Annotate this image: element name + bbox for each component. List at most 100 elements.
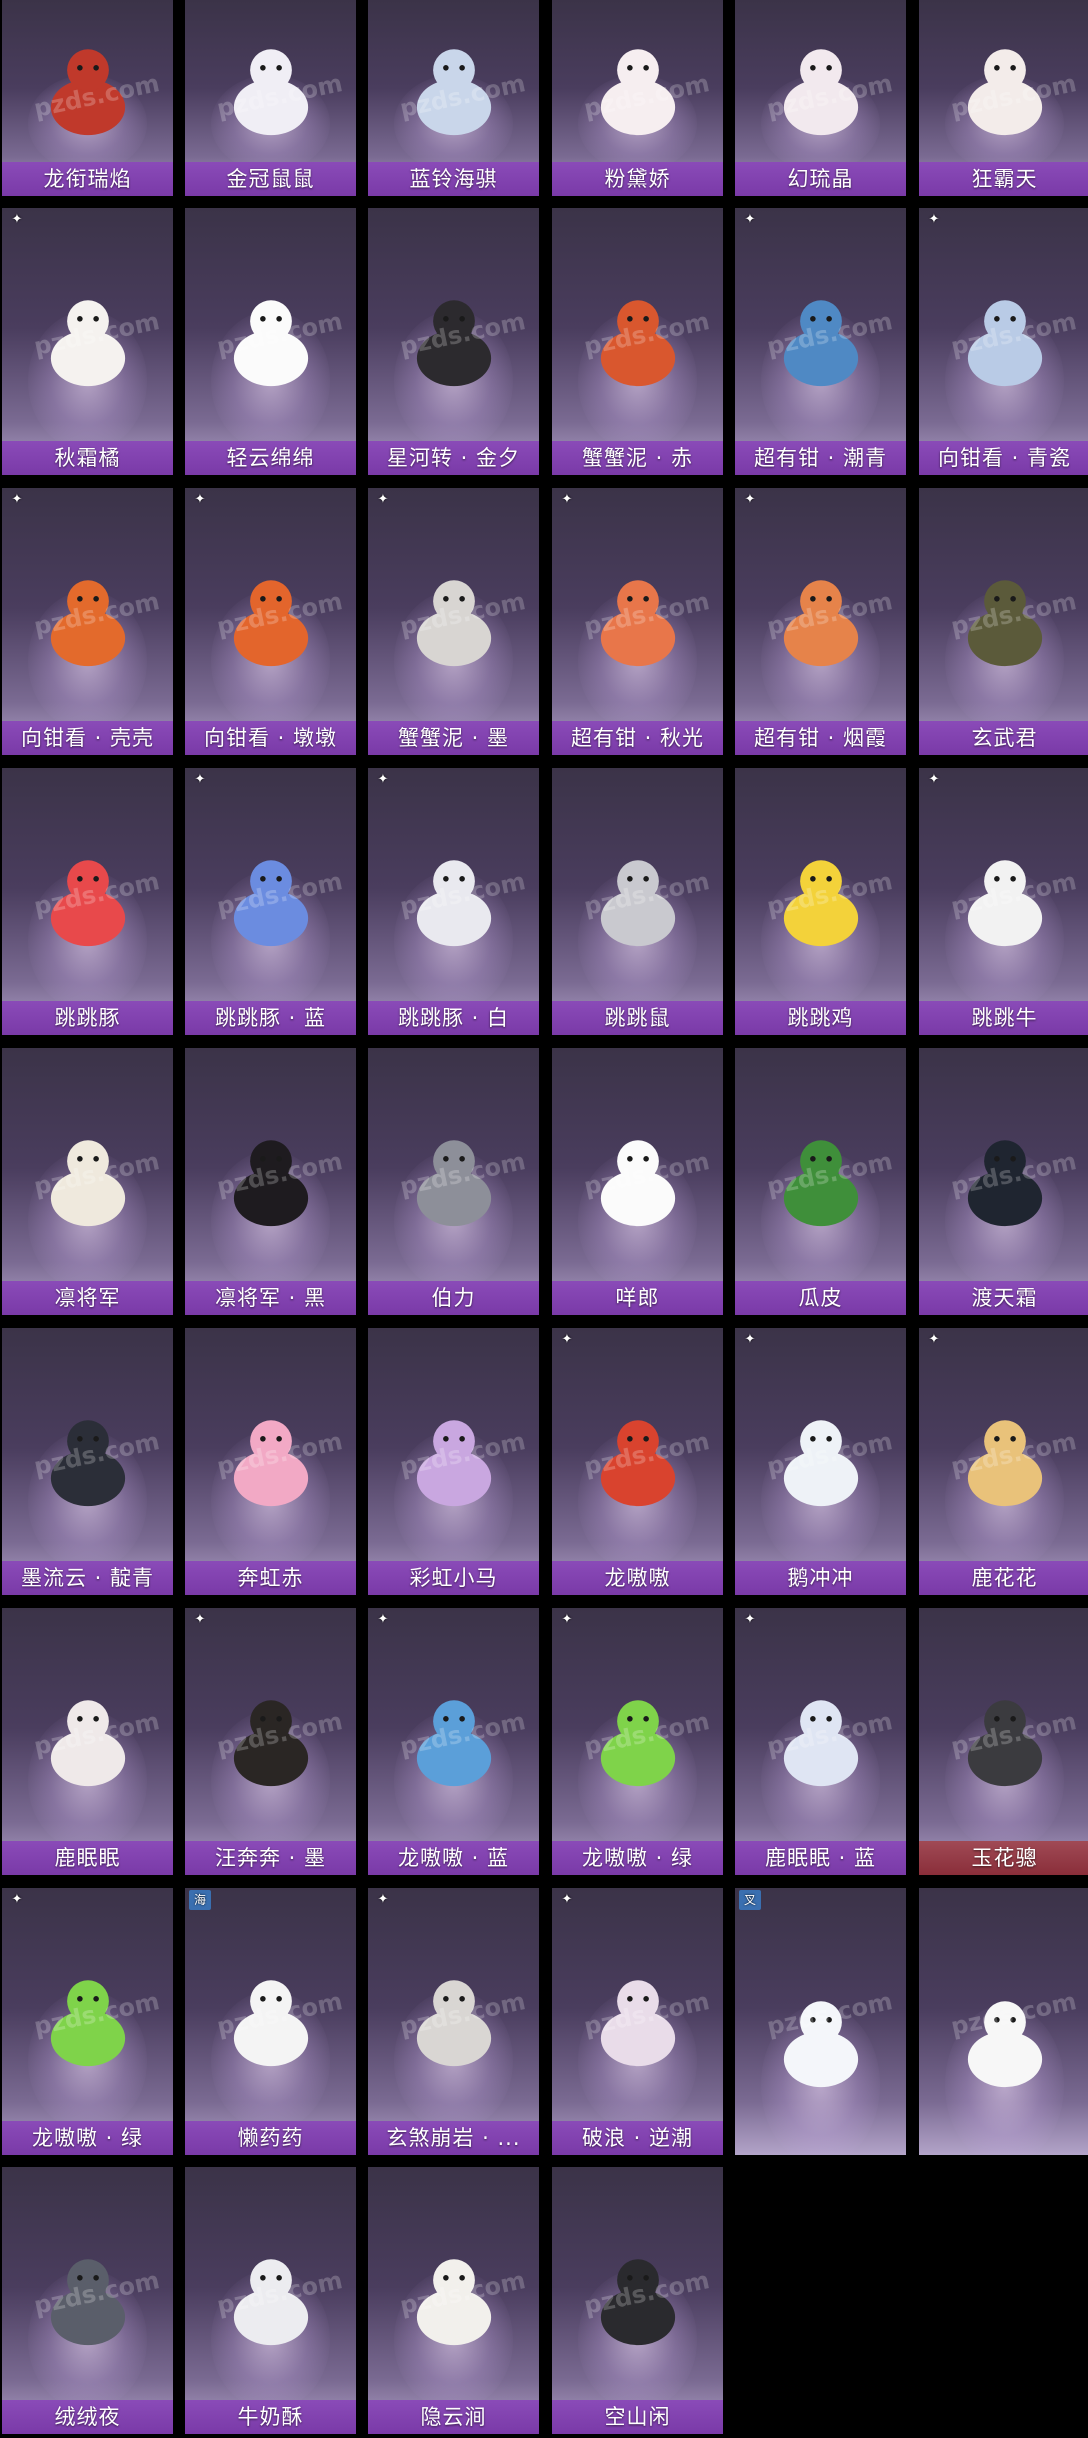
mount-card[interactable]: ✦ pzds.com 龙嗷嗷 (552, 1328, 723, 1595)
mount-card[interactable]: ✦ pzds.com 鹅冲冲 (735, 1328, 906, 1595)
mount-card[interactable]: pzds.com 轻云绵绵 (185, 208, 356, 475)
mount-portrait (368, 1328, 539, 1561)
mount-figure-icon (416, 1980, 491, 2067)
mount-figure-icon (783, 1140, 858, 1227)
mount-card[interactable]: pzds.com 墨流云 · 靛青 (2, 1328, 173, 1595)
mount-eye (626, 876, 633, 882)
mount-portrait (368, 1608, 539, 1841)
mount-card[interactable]: pzds.com 凛将军 (2, 1048, 173, 1315)
mount-portrait (2, 1328, 173, 1561)
mount-card[interactable]: ✦ pzds.com 秋霜橘 (2, 208, 173, 475)
mount-head (66, 1700, 109, 1742)
mount-card[interactable]: pzds.com 彩虹小马 (368, 1328, 539, 1595)
mount-figure-icon (783, 49, 858, 136)
mount-card[interactable]: ✦ pzds.com 超有钳 · 秋光 (552, 488, 723, 755)
mount-figure-icon (967, 1140, 1042, 1227)
mount-badge-icon: ✦ (561, 1332, 573, 1347)
mount-badge-icon: ✦ (11, 212, 23, 227)
mount-card[interactable]: ✦ pzds.com 龙嗷嗷 · 绿 (2, 1888, 173, 2155)
mount-card[interactable]: 海 pzds.com 懒药药 (185, 1888, 356, 2155)
mount-eye (626, 65, 633, 71)
mount-eye (259, 1436, 266, 1442)
mount-badge-icon: ✦ (744, 212, 756, 227)
mount-eye (626, 1156, 633, 1162)
mount-eye (76, 2275, 83, 2281)
mount-card[interactable]: ✦ pzds.com 蟹蟹泥 · 墨 (368, 488, 539, 755)
mount-portrait (2, 208, 173, 441)
mount-card[interactable]: pzds.com 空山闲 (552, 2167, 723, 2434)
mount-figure-icon (233, 2259, 308, 2346)
mount-card[interactable]: ✦ pzds.com 鹿眠眠 · 蓝 (735, 1608, 906, 1875)
mount-card[interactable]: pzds.com (919, 1888, 1088, 2155)
mount-head (799, 49, 842, 91)
mount-eye (993, 316, 1000, 322)
mount-figure-icon (600, 49, 675, 136)
mount-card[interactable]: pzds.com 跳跳鸡 (735, 768, 906, 1035)
mount-card[interactable]: ✦ pzds.com 鹿花花 (919, 1328, 1088, 1595)
mount-name-label: 向钳看 · 壳壳 (2, 721, 173, 755)
mount-card[interactable]: ✦ pzds.com 跳跳牛 (919, 768, 1088, 1035)
mount-portrait (185, 1608, 356, 1841)
mount-card[interactable]: ✦ pzds.com 向钳看 · 壳壳 (2, 488, 173, 755)
mount-eye (458, 1996, 465, 2002)
mount-head (432, 860, 475, 902)
mount-card[interactable]: 叉 pzds.com (735, 1888, 906, 2155)
mount-name-label: 伯力 (368, 1281, 539, 1315)
mount-eye (259, 1996, 266, 2002)
mount-card[interactable]: ✦ pzds.com 超有钳 · 潮青 (735, 208, 906, 475)
mount-card[interactable]: pzds.com 幻琉晶 (735, 0, 906, 196)
mount-card[interactable]: ✦ pzds.com 超有钳 · 烟霞 (735, 488, 906, 755)
mount-card[interactable]: pzds.com 瓜皮 (735, 1048, 906, 1315)
mount-card[interactable]: pzds.com 奔虹赤 (185, 1328, 356, 1595)
mount-card[interactable]: ✦ pzds.com 破浪 · 逆潮 (552, 1888, 723, 2155)
mount-card[interactable]: pzds.com 玄武君 (919, 488, 1088, 755)
mount-card[interactable]: pzds.com 伯力 (368, 1048, 539, 1315)
mount-card[interactable]: pzds.com 蟹蟹泥 · 赤 (552, 208, 723, 475)
mount-card[interactable]: ✦ pzds.com 龙嗷嗷 · 蓝 (368, 1608, 539, 1875)
mount-card[interactable]: ✦ pzds.com 玄煞崩岩 · ... (368, 1888, 539, 2155)
mount-card[interactable]: pzds.com 鹿眠眠 (2, 1608, 173, 1875)
mount-name-label: 鹿眠眠 (2, 1841, 173, 1875)
mount-eye (92, 316, 99, 322)
mount-portrait (552, 208, 723, 441)
mount-card[interactable]: pzds.com 咩郎 (552, 1048, 723, 1315)
mount-card[interactable]: pzds.com 玉花骢 (919, 1608, 1088, 1875)
mount-head (249, 1140, 292, 1182)
mount-figure-icon (600, 2259, 675, 2346)
mount-card[interactable]: pzds.com 龙衔瑞焰 (2, 0, 173, 196)
mount-card[interactable]: ✦ pzds.com 跳跳豚 · 白 (368, 768, 539, 1035)
mount-eye (993, 1156, 1000, 1162)
mount-card[interactable]: pzds.com 绒绒夜 (2, 2167, 173, 2434)
mount-eye (993, 1436, 1000, 1442)
mount-card[interactable]: pzds.com 渡天霜 (919, 1048, 1088, 1315)
mount-card[interactable]: pzds.com 金冠鼠鼠 (185, 0, 356, 196)
mount-portrait (919, 488, 1088, 721)
mount-portrait (735, 768, 906, 1001)
mount-card[interactable]: ✦ pzds.com 汪奔奔 · 墨 (185, 1608, 356, 1875)
mount-card[interactable]: pzds.com 隐云涧 (368, 2167, 539, 2434)
mount-head (432, 1420, 475, 1462)
mount-card[interactable]: ✦ pzds.com 跳跳豚 · 蓝 (185, 768, 356, 1035)
mount-card[interactable]: pzds.com 凛将军 · 黑 (185, 1048, 356, 1315)
mount-figure-icon (783, 580, 858, 667)
mount-head (66, 580, 109, 622)
mount-card[interactable]: pzds.com 跳跳鼠 (552, 768, 723, 1035)
mount-card[interactable]: ✦ pzds.com 龙嗷嗷 · 绿 (552, 1608, 723, 1875)
mount-badge-icon: ✦ (11, 492, 23, 507)
mount-card[interactable]: ✦ pzds.com 向钳看 · 墩墩 (185, 488, 356, 755)
mount-card[interactable]: ✦ pzds.com 向钳看 · 青瓷 (919, 208, 1088, 475)
mount-card[interactable]: pzds.com 狂霸天 (919, 0, 1088, 196)
mount-card[interactable]: pzds.com 星河转 · 金夕 (368, 208, 539, 475)
mount-head (66, 1980, 109, 2022)
mount-portrait (552, 1888, 723, 2121)
mount-card[interactable]: pzds.com 粉黛娇 (552, 0, 723, 196)
mount-eye (275, 876, 282, 882)
mount-card[interactable]: pzds.com 蓝铃海骐 (368, 0, 539, 196)
mount-figure-icon (416, 1700, 491, 1787)
mount-head (799, 1140, 842, 1182)
mount-card[interactable]: pzds.com 跳跳豚 (2, 768, 173, 1035)
mount-card[interactable]: pzds.com 牛奶酥 (185, 2167, 356, 2434)
mount-head (432, 49, 475, 91)
mount-eye (642, 1156, 649, 1162)
mount-portrait (919, 768, 1088, 1001)
